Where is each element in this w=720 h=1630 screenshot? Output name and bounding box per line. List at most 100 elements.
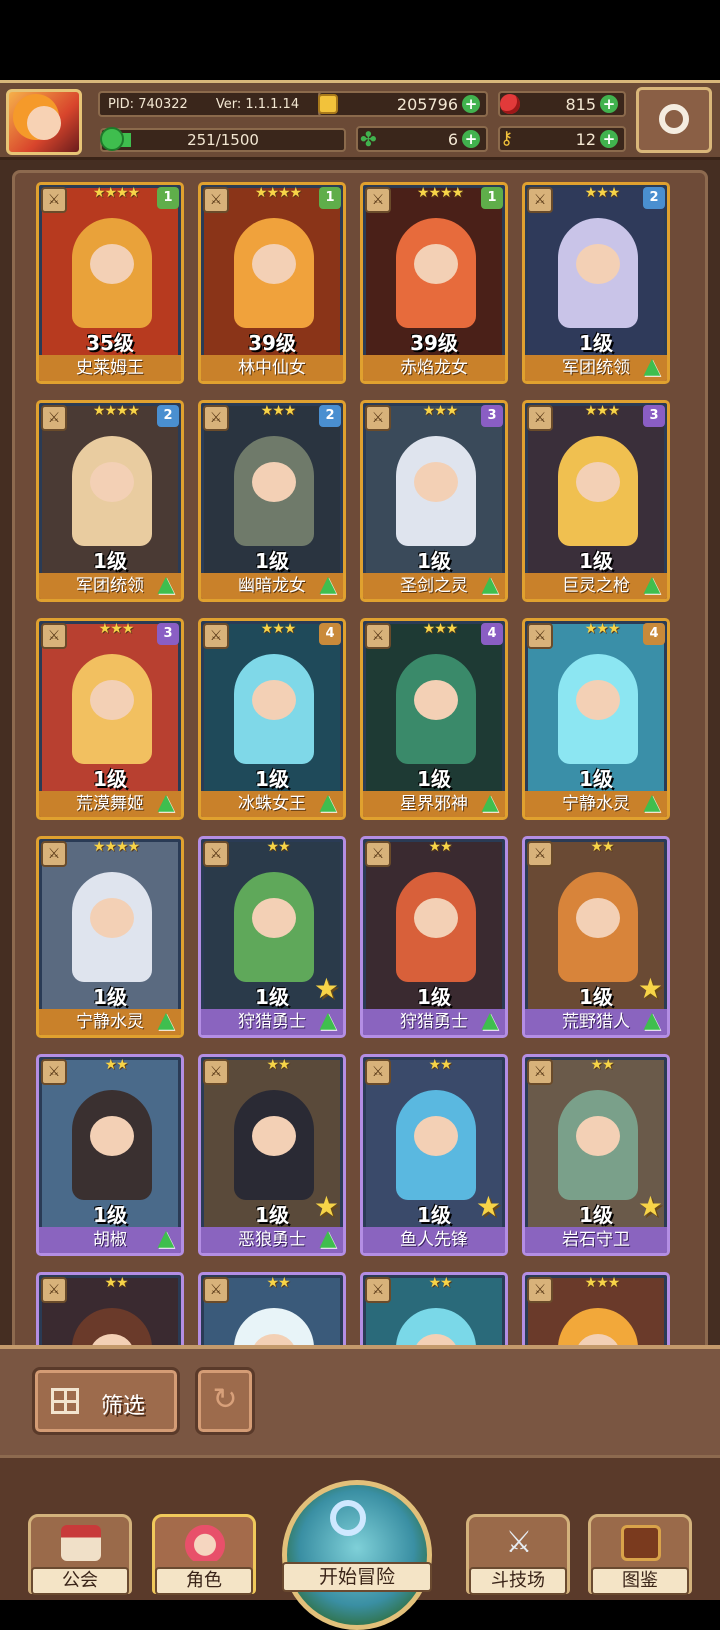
- character-card[interactable]: ⚔ ★★★★ 1 35级 史莱姆王: [36, 182, 184, 384]
- upgrade-arrow-icon: ▲: [643, 1008, 661, 1033]
- class-type-icon: ⚔: [365, 1059, 391, 1085]
- nav-guild[interactable]: 公会: [28, 1514, 132, 1595]
- character-face: [252, 462, 296, 502]
- character-card[interactable]: ⚔ ★★: [198, 1272, 346, 1345]
- character-card[interactable]: ⚔ ★★: [360, 1272, 508, 1345]
- tier-badge: 1: [481, 187, 503, 209]
- upgrade-arrow-icon: ▲: [643, 354, 661, 379]
- upgrade-arrow-icon: ▲: [319, 1226, 337, 1251]
- character-face: [90, 244, 134, 284]
- character-card[interactable]: ⚔ ★★★ 4 1级 星界邪神 ▲: [360, 618, 508, 820]
- character-card[interactable]: ⚔ ★★★ 3 1级 圣剑之灵 ▲: [360, 400, 508, 602]
- star-rating: ★★★: [260, 621, 297, 637]
- character-card[interactable]: ⚔ ★★★★ 1 39级 林中仙女: [198, 182, 346, 384]
- star-rating: ★★★: [584, 185, 621, 201]
- character-card[interactable]: ⚔ ★★ 1级 岩石守卫 ★: [522, 1054, 670, 1256]
- upgrade-arrow-icon: ▲: [481, 1008, 499, 1033]
- character-face: [576, 244, 620, 284]
- star-rating: ★★★: [584, 1275, 621, 1291]
- character-face: [576, 1116, 620, 1156]
- character-card[interactable]: ⚔ ★★★ 4 1级 宁静水灵 ▲: [522, 618, 670, 820]
- character-card[interactable]: ⚔ ★★ 1级 荒野猎人 ★ ▲: [522, 836, 670, 1038]
- class-type-icon: ⚔: [527, 841, 553, 867]
- star-icon: ★: [637, 972, 663, 1005]
- character-card[interactable]: ⚔ ★★★: [522, 1272, 670, 1345]
- character-card[interactable]: ⚔ ★★★ 3 1级 巨灵之枪 ▲: [522, 400, 670, 602]
- character-level: 1级: [93, 767, 127, 791]
- upgrade-arrow-icon: ▲: [319, 572, 337, 597]
- star-rating: ★★★★: [92, 403, 140, 419]
- upgrade-arrow-icon: ▲: [481, 790, 499, 815]
- class-type-icon: ⚔: [527, 187, 553, 213]
- tier-badge: 1: [319, 187, 341, 209]
- star-rating: ★★: [266, 1275, 290, 1291]
- class-type-icon: ⚔: [203, 1059, 229, 1085]
- character-card[interactable]: ⚔ ★★★ 3 1级 荒漠舞姬 ▲: [36, 618, 184, 820]
- character-card[interactable]: ⚔ ★★★★ 1 39级 赤焰龙女: [360, 182, 508, 384]
- class-type-icon: ⚔: [203, 1277, 229, 1303]
- character-face: [90, 680, 134, 720]
- class-type-icon: ⚔: [41, 623, 67, 649]
- star-rating: ★★: [428, 1275, 452, 1291]
- character-card[interactable]: ⚔ ★★★★ 2 1级 军团统领 ▲: [36, 400, 184, 602]
- character-card[interactable]: ⚔ ★★ 1级 恶狼勇士 ★ ▲: [198, 1054, 346, 1256]
- class-type-icon: ⚔: [527, 1059, 553, 1085]
- guild-building-icon: [61, 1525, 101, 1561]
- character-face: [414, 680, 458, 720]
- character-face: [252, 680, 296, 720]
- character-card[interactable]: ⚔ ★★: [36, 1272, 184, 1345]
- character-face: [576, 680, 620, 720]
- character-card[interactable]: ⚔ ★★★ 2 1级 军团统领 ▲: [522, 182, 670, 384]
- character-head-icon: [185, 1525, 225, 1561]
- tier-badge: 2: [157, 405, 179, 427]
- tier-badge: 3: [481, 405, 503, 427]
- character-name: 赤焰龙女: [363, 355, 505, 381]
- class-type-icon: ⚔: [41, 187, 67, 213]
- upgrade-arrow-icon: ▲: [319, 790, 337, 815]
- character-face: [252, 244, 296, 284]
- character-card[interactable]: ⚔ ★★ 1级 狩猎勇士 ★ ▲: [198, 836, 346, 1038]
- star-rating: ★★★★: [92, 185, 140, 201]
- filter-label: 筛选: [101, 1394, 146, 1419]
- star-icon: ★: [637, 1190, 663, 1223]
- character-level: 35级: [86, 331, 134, 355]
- character-card[interactable]: ⚔ ★★ 1级 胡椒 ▲: [36, 1054, 184, 1256]
- star-rating: ★★: [590, 839, 614, 855]
- character-card[interactable]: ⚔ ★★★ 4 1级 冰蛛女王 ▲: [198, 618, 346, 820]
- star-rating: ★★: [104, 1275, 128, 1291]
- character-name: 岩石守卫: [525, 1227, 667, 1253]
- character-card[interactable]: ⚔ ★★ 1级 狩猎勇士 ▲: [360, 836, 508, 1038]
- nav-codex-label: 图鉴: [591, 1567, 689, 1595]
- class-type-icon: ⚔: [41, 1059, 67, 1085]
- nav-character[interactable]: 角色: [152, 1514, 256, 1595]
- character-name: 林中仙女: [201, 355, 343, 381]
- filter-button[interactable]: 筛选: [32, 1367, 180, 1435]
- refresh-button[interactable]: ↻: [195, 1367, 255, 1435]
- star-rating: ★★★: [422, 621, 459, 637]
- character-card[interactable]: ⚔ ★★ 1级 鱼人先锋 ★: [360, 1054, 508, 1256]
- class-type-icon: ⚔: [365, 187, 391, 213]
- character-face: [414, 462, 458, 502]
- class-type-icon: ⚔: [41, 405, 67, 431]
- tier-badge: 1: [157, 187, 179, 209]
- nav-arena-label: 斗技场: [469, 1567, 567, 1595]
- tier-badge: 2: [319, 405, 341, 427]
- nav-arena[interactable]: ⚔ 斗技场: [466, 1514, 570, 1595]
- nav-codex[interactable]: 图鉴: [588, 1514, 692, 1595]
- tier-badge: 4: [481, 623, 503, 645]
- character-level: 39级: [410, 331, 458, 355]
- character-card[interactable]: ⚔ ★★★★ 1级 宁静水灵 ▲: [36, 836, 184, 1038]
- tier-badge: 4: [319, 623, 341, 645]
- character-level: 1级: [579, 549, 613, 573]
- character-face: [414, 244, 458, 284]
- character-grid: ⚔ ★★★★ 1 35级 史莱姆王 ⚔ ★★★★ 1 39级 林中仙女 ⚔ ★★★★ 1 39级 赤焰龙女 ⚔…: [0, 0, 720, 1345]
- character-card[interactable]: ⚔ ★★★ 2 1级 幽暗龙女 ▲: [198, 400, 346, 602]
- tier-badge: 2: [643, 187, 665, 209]
- refresh-icon: ↻: [212, 1382, 238, 1417]
- nav-adventure[interactable]: 开始冒险: [272, 1470, 442, 1630]
- character-level: 1级: [255, 549, 289, 573]
- star-rating: ★★: [428, 1057, 452, 1073]
- upgrade-arrow-icon: ▲: [157, 1008, 175, 1033]
- star-rating: ★★★: [584, 403, 621, 419]
- upgrade-arrow-icon: ▲: [643, 790, 661, 815]
